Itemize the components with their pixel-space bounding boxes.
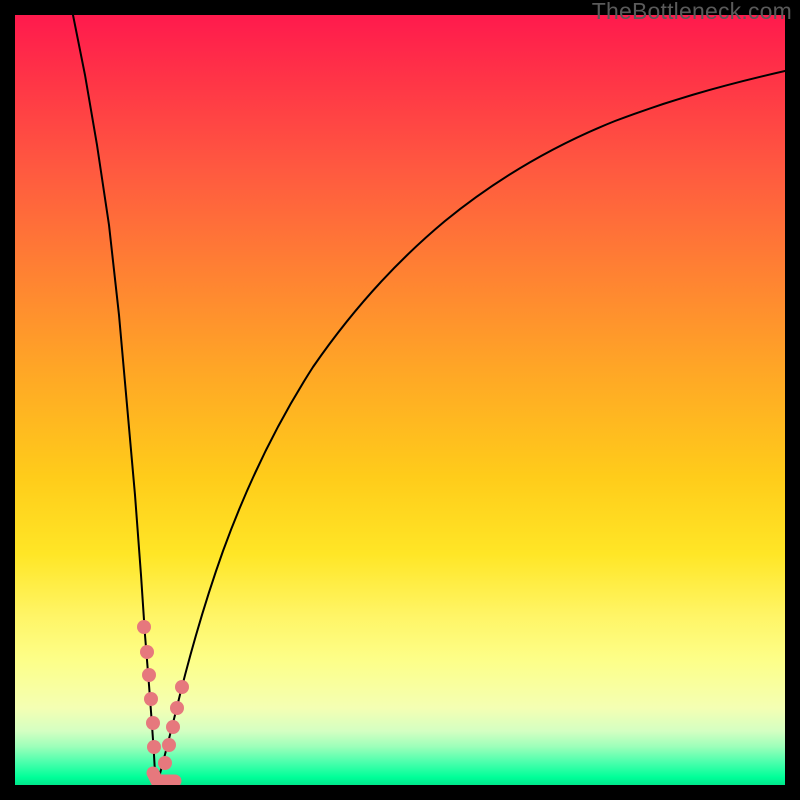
- marker-elbow: [153, 773, 175, 781]
- marker-left-5: [146, 716, 160, 730]
- marker-left-6: [147, 740, 161, 754]
- marker-right-top: [175, 680, 189, 694]
- marker-left-4: [144, 692, 158, 706]
- plot-area: [15, 15, 785, 785]
- watermark-text: TheBottleneck.com: [592, 0, 792, 25]
- marker-right-2: [170, 701, 184, 715]
- marker-left-top: [137, 620, 151, 634]
- data-markers: [15, 15, 785, 785]
- marker-right-3: [166, 720, 180, 734]
- chart-frame: TheBottleneck.com: [0, 0, 800, 800]
- marker-left-3: [142, 668, 156, 682]
- marker-left-2: [140, 645, 154, 659]
- marker-right-5: [158, 756, 172, 770]
- marker-right-4: [162, 738, 176, 752]
